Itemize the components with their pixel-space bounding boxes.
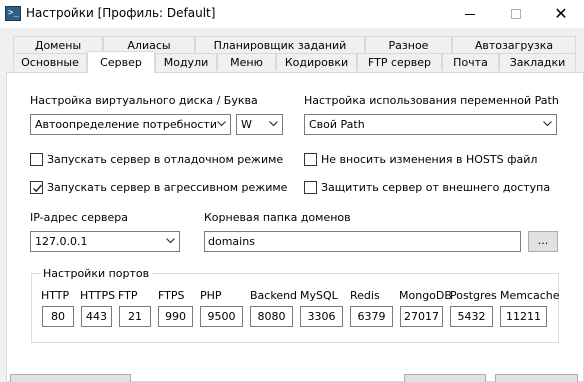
terminal-icon: >_: [5, 6, 21, 21]
maximize-button[interactable]: [493, 0, 539, 28]
path-var-value: Свой Path: [309, 118, 365, 131]
close-icon: ✕: [554, 4, 568, 23]
aggressive-mode-checkbox[interactable]: Запускать сервер в агрессивном режиме: [30, 180, 287, 194]
ports-group: Настройки портов HTTP HTTPS FTP FTPS PHP…: [31, 267, 560, 343]
tab-server[interactable]: Сервер: [87, 51, 155, 73]
tab-modules[interactable]: Модули: [155, 53, 217, 71]
no-hosts-label: Не вносить изменения в HOSTS файл: [321, 152, 538, 166]
tab-encodings[interactable]: Кодировки: [276, 53, 357, 71]
tab-general[interactable]: Основные: [13, 53, 87, 71]
port-label-redis: Redis: [350, 289, 380, 302]
chevron-down-icon: [543, 121, 552, 129]
bottom-right-button[interactable]: [495, 374, 578, 382]
server-settings-panel: Настройка виртуального диска / Буква Авт…: [6, 72, 584, 382]
port-label-ftps: FTPS: [158, 289, 185, 302]
disk-letter-value: W: [241, 118, 252, 131]
port-input-backend[interactable]: 8080: [250, 306, 293, 327]
ports-group-title: Настройки портов: [40, 267, 153, 280]
domains-root-input[interactable]: domains: [204, 231, 521, 252]
ip-address-label: IP-адрес сервера: [30, 211, 129, 224]
bottom-middle-button[interactable]: [404, 374, 486, 382]
chevron-down-icon: [269, 121, 278, 129]
port-input-http[interactable]: 80: [42, 306, 74, 327]
port-label-http: HTTP: [41, 289, 70, 302]
tab-menu[interactable]: Меню: [217, 53, 276, 71]
debug-mode-checkbox[interactable]: Запускать сервер в отладочном режиме: [30, 152, 283, 166]
tab-misc[interactable]: Разное: [365, 36, 452, 54]
domains-root-label: Корневая папка доменов: [204, 211, 351, 224]
checkmark-icon: [33, 184, 43, 192]
protect-external-checkbox[interactable]: Защитить сервер от внешнего доступа: [304, 180, 550, 194]
maximize-icon: [511, 9, 521, 19]
chevron-down-icon: [166, 238, 175, 246]
checkbox-box[interactable]: [304, 152, 317, 166]
protect-external-label: Защитить сервер от внешнего доступа: [321, 180, 551, 194]
port-input-ftp[interactable]: 21: [119, 306, 151, 327]
disk-letter-select[interactable]: W: [236, 114, 283, 135]
checkbox-box[interactable]: [30, 180, 43, 194]
virtual-disk-label: Настройка виртуального диска / Буква: [30, 94, 258, 107]
close-button[interactable]: ✕: [538, 0, 584, 28]
browse-button[interactable]: ...: [528, 231, 558, 252]
port-label-postgres: Postgres: [450, 289, 497, 302]
debug-mode-label: Запускать сервер в отладочном режиме: [47, 152, 284, 166]
port-label-mysql: MySQL: [300, 289, 338, 302]
chevron-down-icon: [217, 121, 226, 129]
port-input-postgres[interactable]: 5432: [450, 306, 493, 327]
tab-ftp-server[interactable]: FTP сервер: [357, 53, 442, 71]
tab-bookmarks[interactable]: Закладки: [499, 53, 576, 71]
virtual-disk-mode-value: Автоопределение потребности: [35, 118, 217, 131]
virtual-disk-mode-select[interactable]: Автоопределение потребности: [30, 114, 231, 135]
ip-address-value: 127.0.0.1: [35, 235, 88, 248]
port-input-mysql[interactable]: 3306: [300, 306, 343, 327]
port-input-ftps[interactable]: 990: [158, 306, 193, 327]
port-label-https: HTTPS: [80, 289, 116, 302]
port-label-ftp: FTP: [118, 289, 138, 302]
path-var-select[interactable]: Свой Path: [304, 114, 557, 135]
port-label-mongodb: MongoDB: [399, 289, 452, 302]
ip-address-select[interactable]: 127.0.0.1: [30, 231, 180, 252]
port-input-php[interactable]: 9500: [200, 306, 243, 327]
aggressive-mode-label: Запускать сервер в агрессивном режиме: [47, 180, 288, 194]
tab-scheduler[interactable]: Планировщик заданий: [195, 36, 365, 54]
title-bar: >_ Настройки [Профиль: Default] ✕: [0, 0, 584, 28]
port-input-https[interactable]: 443: [81, 306, 112, 327]
window-title: Настройки [Профиль: Default]: [26, 6, 216, 20]
port-input-memcache[interactable]: 11211: [500, 306, 547, 327]
minimize-button[interactable]: [447, 0, 493, 28]
port-label-php: PHP: [200, 289, 222, 302]
port-input-mongodb[interactable]: 27017: [400, 306, 443, 327]
path-var-label: Настройка использования переменной Path: [304, 94, 559, 107]
minimize-icon: [465, 13, 475, 15]
port-input-redis[interactable]: 6379: [350, 306, 393, 327]
port-label-backend: Backend: [250, 289, 298, 302]
tab-mail[interactable]: Почта: [442, 53, 499, 71]
no-hosts-checkbox[interactable]: Не вносить изменения в HOSTS файл: [304, 152, 537, 166]
tab-autostart[interactable]: Автозагрузка: [452, 36, 576, 54]
port-label-memcache: Memcache: [500, 289, 560, 302]
checkbox-box[interactable]: [30, 152, 43, 166]
checkbox-box[interactable]: [304, 180, 317, 194]
bottom-left-button[interactable]: [10, 374, 131, 382]
